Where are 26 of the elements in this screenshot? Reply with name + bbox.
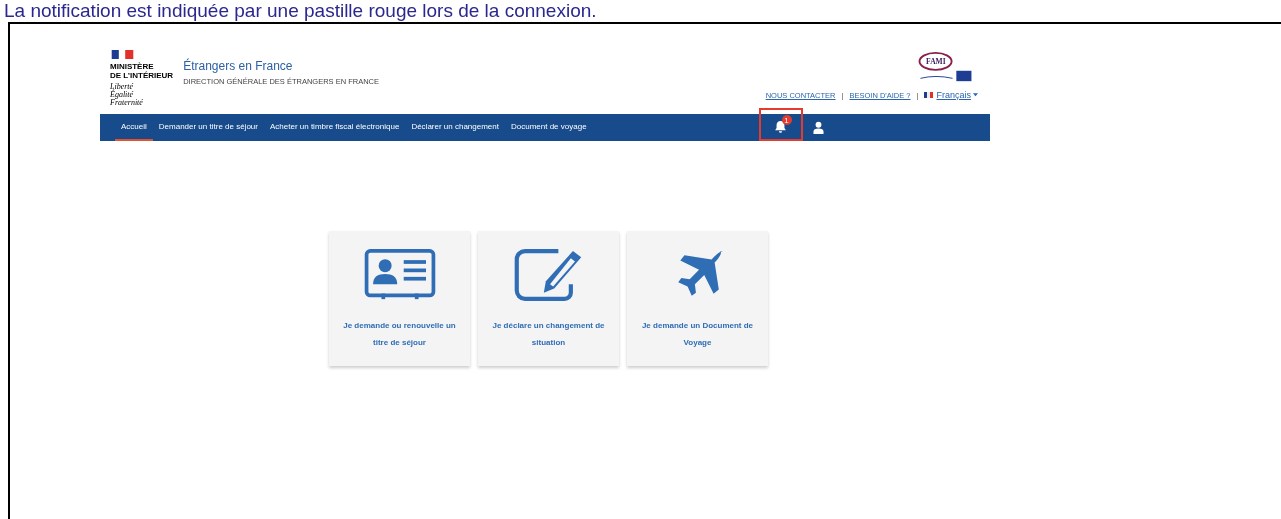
service-card[interactable]: Je demande ou renouvelle un titre de séjour: [329, 231, 470, 366]
nav-tab[interactable]: Document de voyage: [505, 114, 593, 141]
ministry-name: MINISTÈRE: [110, 62, 155, 71]
partner-logo: FAMI: [916, 50, 974, 84]
ministry-name: DE L’INTÉRIEUR: [110, 71, 174, 80]
user-icon[interactable]: [812, 121, 824, 134]
card-label: Je demande un Document de Voyage: [640, 320, 755, 349]
notification-badge: 1: [781, 115, 792, 125]
motto-text: Liberté: [110, 83, 135, 91]
caret-icon: [973, 93, 978, 97]
nav-tab[interactable]: Acheter un timbre fiscal électronique: [263, 114, 406, 141]
caption-text: La notification est indiquée par une pastille rouge lors de la connexion.: [3, 0, 598, 22]
nav-tab[interactable]: Demander un titre de séjour: [152, 114, 264, 141]
card-label: Je demande ou renouvelle un titre de séjour: [342, 320, 457, 349]
language-dropdown[interactable]: Français: [936, 90, 978, 100]
nav-tab[interactable]: Accueil: [115, 114, 153, 141]
service-card[interactable]: Je demande un Document de Voyage: [627, 231, 768, 366]
marianne-flag-icon: [110, 50, 135, 59]
site-title[interactable]: Étrangers en France: [183, 59, 379, 73]
service-card[interactable]: Je déclare un changement de situation: [478, 231, 619, 366]
notification-button[interactable]: 1: [758, 108, 803, 141]
card-label: Je déclare un changement de situation: [491, 320, 606, 349]
nav-tab[interactable]: Déclarer un changement: [405, 114, 505, 141]
flag-icon: [924, 92, 934, 98]
motto-text: Fraternité: [110, 99, 144, 107]
motto-text: Égalité: [110, 91, 134, 99]
